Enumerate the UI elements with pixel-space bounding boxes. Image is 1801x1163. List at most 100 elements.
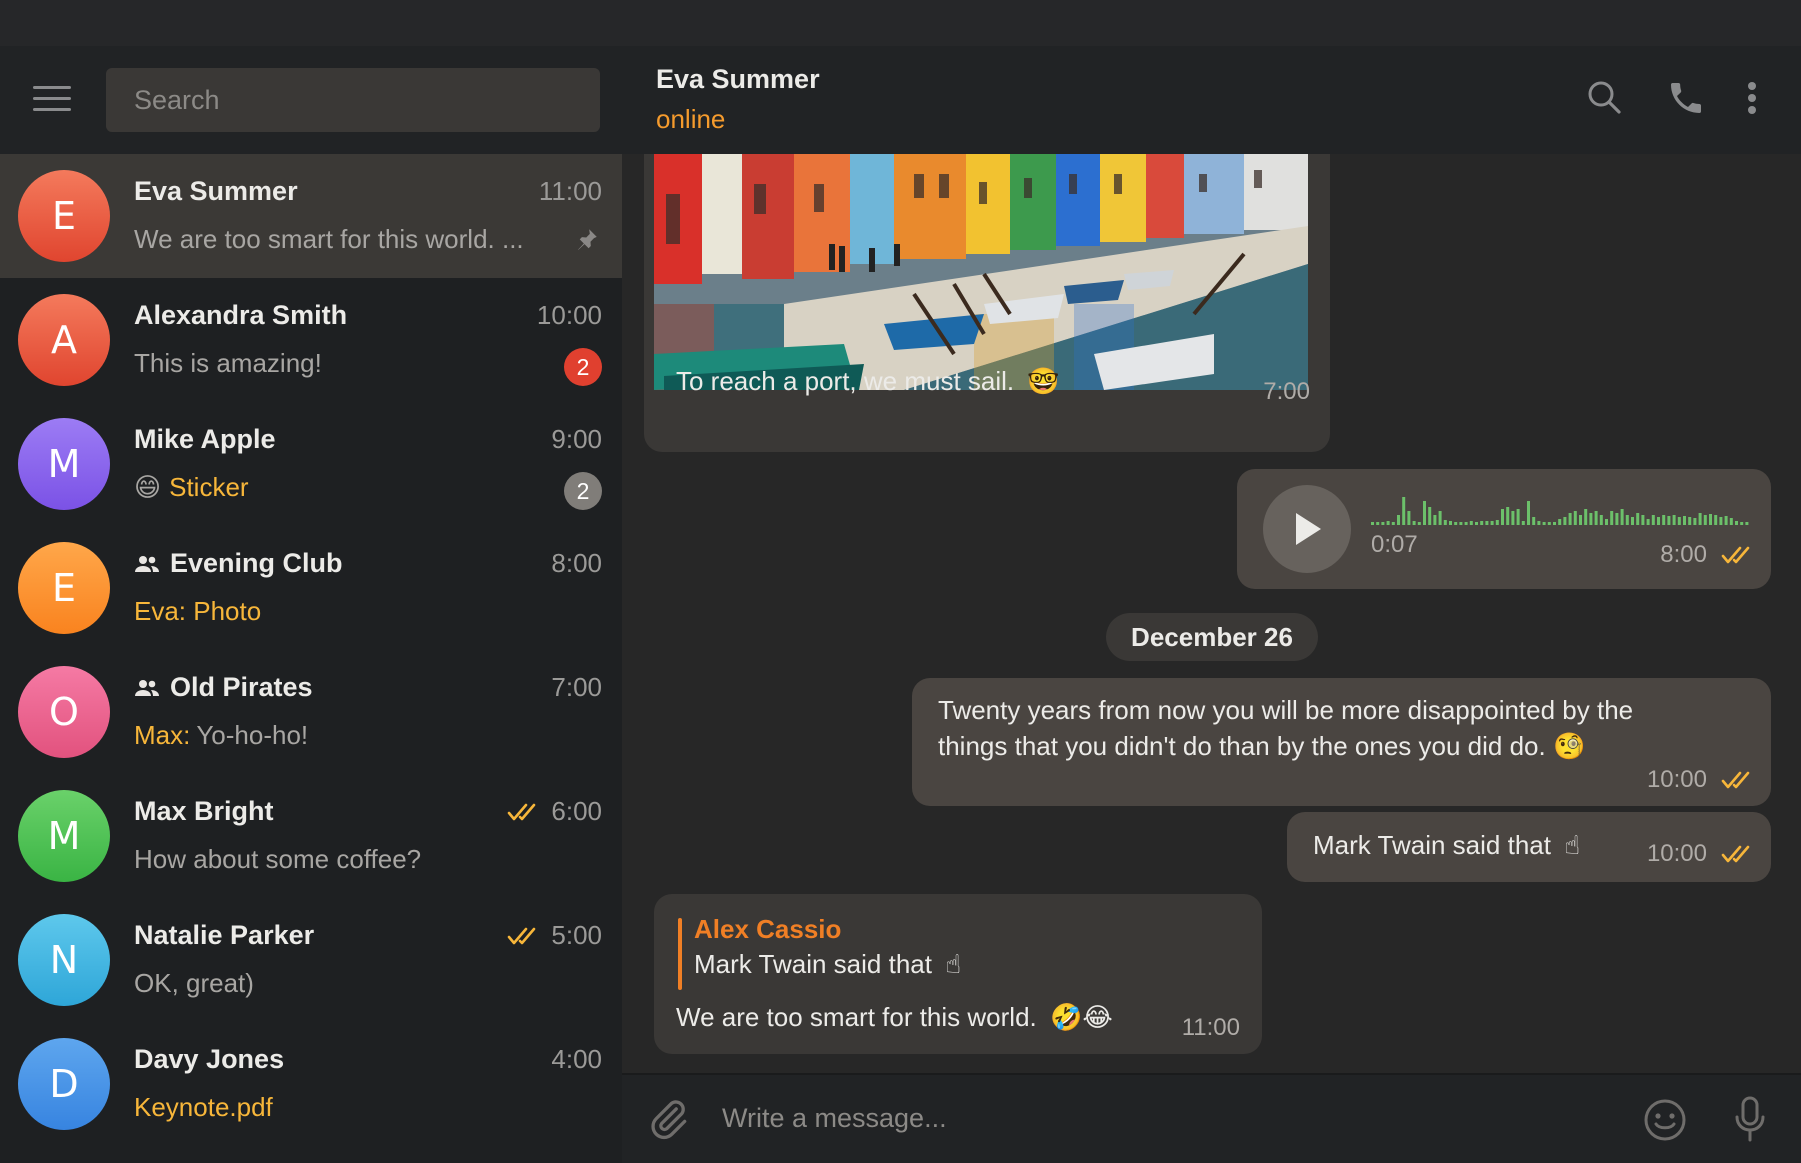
- chat-preview-text: This is amazing!: [134, 348, 322, 378]
- message-time: 10:00: [1647, 840, 1755, 868]
- message-input[interactable]: [722, 1093, 1602, 1143]
- more-vertical-icon[interactable]: [1744, 78, 1760, 118]
- waveform-bar: [1625, 515, 1629, 525]
- search-input[interactable]: [106, 68, 600, 132]
- waveform-bar: [1631, 517, 1634, 525]
- avatar: D: [18, 1038, 110, 1130]
- unread-count: 2: [576, 477, 590, 504]
- chat-item-max-bright[interactable]: M Max Bright 6:00 How about some coffee?: [0, 774, 622, 898]
- chat-time-text: 10:00: [536, 300, 602, 330]
- chat-name-text: Evening Club: [170, 548, 343, 578]
- sticker-emoji: 😄: [134, 472, 162, 502]
- attach-icon[interactable]: [646, 1097, 690, 1141]
- chat-item-mike-apple[interactable]: M Mike Apple 9:00 😄 Sticker 2: [0, 402, 622, 526]
- waveform-bar: [1537, 521, 1541, 525]
- waveform-bar: [1610, 511, 1614, 525]
- waveform-bar: [1547, 522, 1551, 525]
- chat-name-text: Mike Apple: [134, 424, 276, 454]
- chat-name: Max Bright: [134, 796, 274, 827]
- group-icon: [135, 555, 159, 572]
- waveform-bar: [1558, 519, 1562, 525]
- waveform-bar: [1417, 522, 1421, 525]
- chat-name: Davy Jones: [134, 1044, 284, 1075]
- chat-item-evening-club[interactable]: E Evening Club 8:00 Eva: Photo: [0, 526, 622, 650]
- chat-item-natalie-parker[interactable]: N Natalie Parker 5:00 OK, great): [0, 898, 622, 1022]
- chat-time-text: 5:00: [551, 920, 602, 950]
- message-text: We are too smart for this world. 🤣😂: [676, 1002, 1113, 1033]
- message-line: things that you didn't do than by the on…: [938, 728, 1633, 764]
- chat-name-text: Davy Jones: [134, 1044, 285, 1074]
- unread-count: 2: [576, 353, 590, 380]
- laughing-emoji: 🤣😂: [1049, 1002, 1113, 1032]
- waveform-bar: [1651, 515, 1655, 525]
- chat-preview-text: Keynote.pdf: [134, 1092, 273, 1122]
- waveform-bar: [1402, 497, 1406, 525]
- message-line-text: things that you didn't do than by the on…: [938, 731, 1546, 761]
- message-line: Twenty years from now you will be more d…: [938, 695, 1634, 725]
- waveform-bar: [1449, 521, 1452, 525]
- chat-preview-text: Eva: Photo: [134, 596, 262, 626]
- waveform-bar: [1620, 509, 1624, 525]
- waveform-bar: [1381, 522, 1385, 525]
- waveform-bar: [1568, 513, 1572, 525]
- chat-item-davy-jones[interactable]: D Davy Jones 4:00 Keynote.pdf: [0, 1022, 622, 1146]
- play-button[interactable]: [1263, 485, 1351, 573]
- phone-icon[interactable]: [1666, 78, 1706, 118]
- avatar-initial: O: [49, 690, 79, 734]
- waveform-bar: [1391, 522, 1395, 525]
- avatar-initial: E: [51, 566, 76, 610]
- photo-caption: To reach a port, we must sail. 🤓: [676, 366, 1060, 397]
- chat-item-old-pirates[interactable]: O Old Pirates 7:00 Max: Yo-ho-ho!: [0, 650, 622, 774]
- chat-preview: We are too smart for this world. ...: [134, 224, 524, 255]
- monocle-emoji: 🧐: [1552, 731, 1586, 761]
- chat-time-text: 7:00: [551, 672, 602, 702]
- chat-preview-text: How about some coffee?: [134, 844, 422, 874]
- waveform-bar: [1412, 521, 1416, 525]
- microphone-icon[interactable]: [1732, 1095, 1768, 1145]
- waveform-bar: [1464, 522, 1468, 525]
- chat-preview-text: Sticker: [169, 472, 249, 502]
- peer-name[interactable]: Eva Summer: [656, 64, 820, 95]
- waveform-bar: [1683, 516, 1686, 525]
- chat-item-eva-summer[interactable]: E Eva Summer 11:00 We are too smart for …: [0, 154, 622, 278]
- message-time-text: 8:00: [1660, 541, 1707, 568]
- reply-quote: Mark Twain said that ☝: [694, 949, 961, 980]
- double-check-icon: [508, 803, 536, 820]
- chat-preview-text: OK, great): [134, 968, 254, 998]
- waveform-bar: [1563, 517, 1567, 525]
- photo-attachment[interactable]: [654, 154, 1308, 390]
- canal-photo: [654, 154, 1308, 390]
- waveform-bar: [1443, 520, 1447, 525]
- message-area: To reach a port, we must sail. 🤓 7:00 0:…: [622, 154, 1801, 1073]
- waveform-bar: [1501, 509, 1504, 525]
- chat-name-text: Alexandra Smith: [134, 300, 348, 330]
- avatar-initial: M: [47, 814, 81, 858]
- waveform-bar: [1495, 520, 1499, 525]
- chat-item-alexandra-smith[interactable]: A Alexandra Smith 10:00 This is amazing!…: [0, 278, 622, 402]
- chat-name-text: Old Pirates: [170, 672, 313, 702]
- chat-time-text: 6:00: [551, 796, 602, 826]
- voice-waveform[interactable]: [1371, 491, 1755, 527]
- chat-time: 5:00: [507, 920, 602, 951]
- message-time: 8:00: [1660, 541, 1755, 569]
- message-time: 11:00: [1182, 1014, 1240, 1042]
- waveform-bar: [1667, 516, 1671, 525]
- emoji-icon[interactable]: [1642, 1097, 1688, 1143]
- chat-name: Alexandra Smith: [134, 300, 347, 331]
- waveform-bar: [1428, 507, 1432, 525]
- waveform-bar: [1485, 521, 1489, 525]
- search-icon[interactable]: [1585, 78, 1625, 118]
- waveform-bar: [1599, 515, 1603, 525]
- avatar-initial: N: [49, 938, 79, 982]
- chat-time: 10:00: [537, 300, 602, 331]
- waveform-bar: [1459, 522, 1463, 525]
- pointing-up-emoji: ☝: [1564, 830, 1581, 860]
- nerd-emoji: 🤓: [1027, 366, 1060, 396]
- chat-time: 11:00: [539, 176, 602, 207]
- chat-time-text: 9:00: [551, 424, 602, 454]
- chat-panel: Eva Summer online To reach a port, we mu…: [622, 46, 1801, 1163]
- preview-sender: Max:: [134, 720, 191, 750]
- avatar-initial: A: [51, 318, 77, 362]
- menu-icon[interactable]: [33, 86, 71, 112]
- reply-preview[interactable]: Alex Cassio Mark Twain said that ☝: [694, 914, 961, 980]
